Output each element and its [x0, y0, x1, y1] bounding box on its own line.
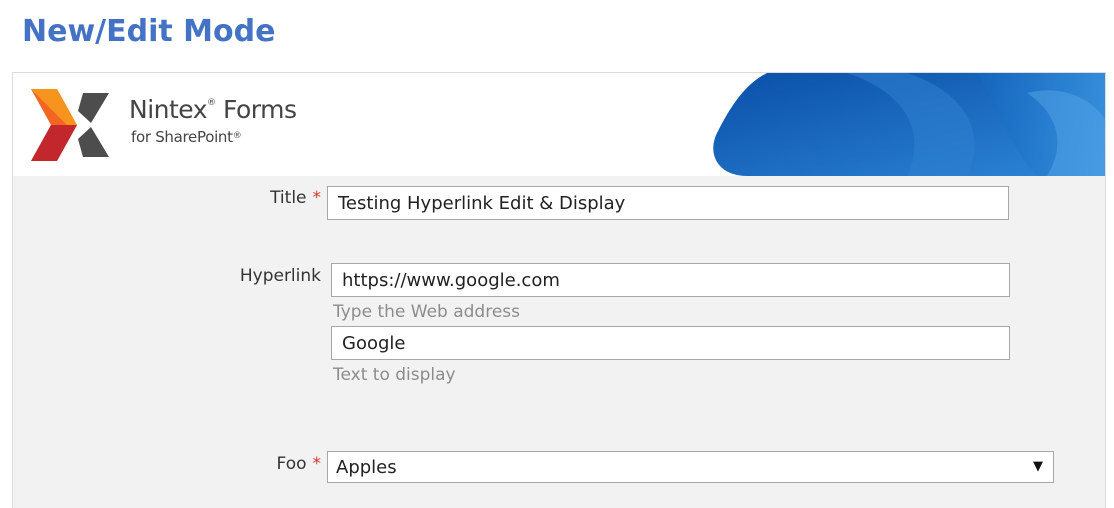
foo-label: Foo *	[276, 454, 321, 474]
title-input[interactable]	[327, 186, 1009, 220]
form-banner: Nintex® Forms for SharePoint®	[13, 73, 1105, 176]
banner-decoration	[713, 73, 1105, 176]
page-heading: New/Edit Mode	[22, 14, 276, 49]
foo-select[interactable]: Apples ▼	[327, 451, 1054, 483]
hyperlink-label: Hyperlink	[239, 266, 321, 286]
hyperlink-url-hint: Type the Web address	[333, 302, 521, 322]
title-label: Title *	[270, 188, 321, 208]
hyperlink-url-input[interactable]	[331, 263, 1010, 297]
brand-tagline: for SharePoint®	[131, 128, 242, 146]
hyperlink-text-hint: Text to display	[333, 365, 456, 385]
brand-name: Nintex® Forms	[129, 95, 297, 124]
nintex-logo-icon	[31, 89, 109, 161]
nintex-form: Nintex® Forms for SharePoint® Title * Te…	[12, 72, 1106, 508]
dropdown-arrow-icon[interactable]: ▼	[1033, 459, 1043, 474]
hyperlink-text-input[interactable]	[331, 326, 1010, 360]
foo-selected-value: Apples	[336, 457, 397, 478]
